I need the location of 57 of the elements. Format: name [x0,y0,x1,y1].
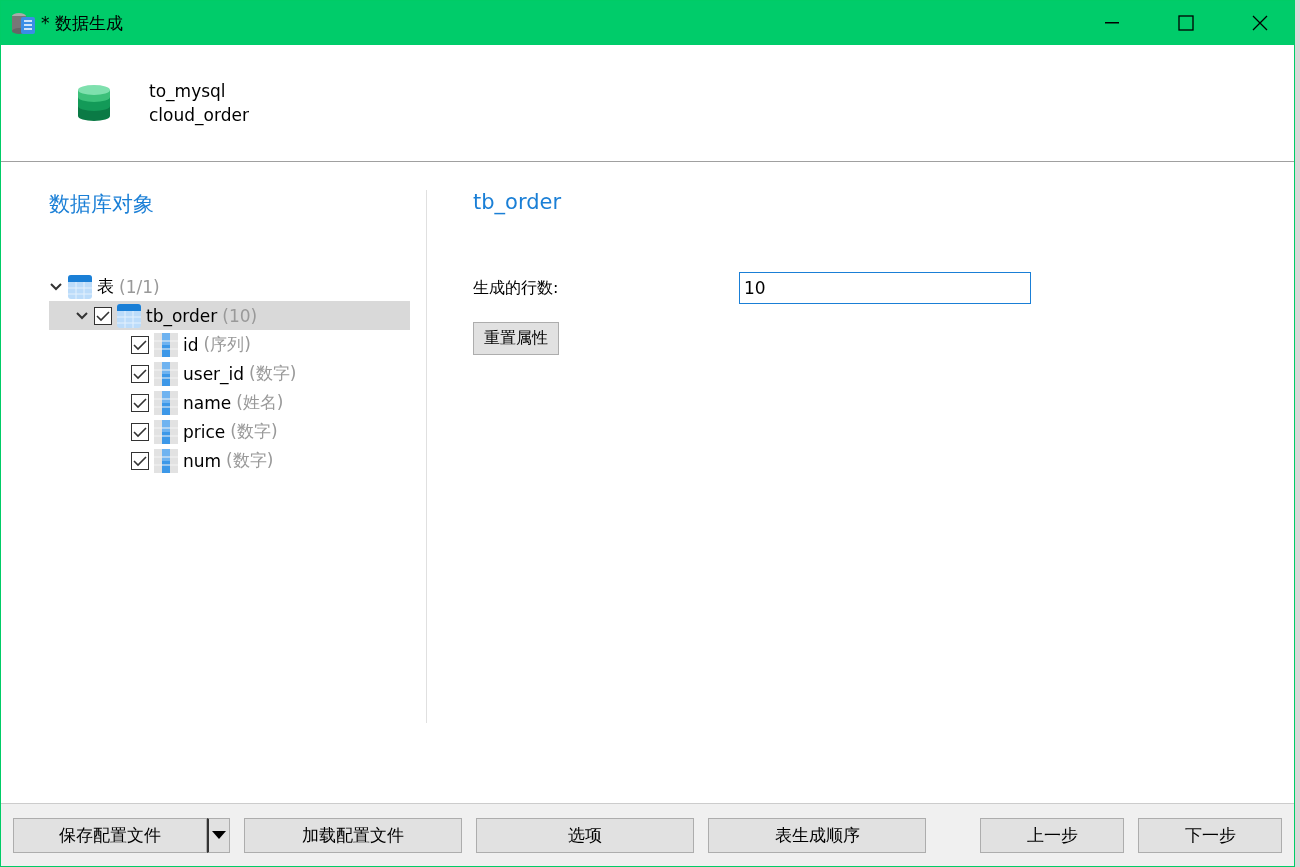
connection-text: cloud_order [149,105,249,125]
footer-button[interactable]: 下一步 [1138,817,1282,853]
column-icon [154,361,178,386]
close-icon [1252,15,1268,31]
checkbox[interactable] [131,422,149,441]
tree-label: tb_order [146,305,218,326]
checkbox[interactable] [131,335,149,354]
maximize-icon [1178,15,1194,31]
column-icon [154,448,178,473]
chevron-icon[interactable] [75,310,89,321]
tree-label: 表 [97,275,114,298]
tree-item[interactable]: user_id (数字) [49,359,410,388]
tree-label: price [183,421,226,442]
dropdown-button[interactable] [207,817,230,853]
checkbox[interactable] [131,364,149,383]
footer-button[interactable]: 选项 [476,817,694,853]
table-heading: tb_order [473,190,563,214]
tree-item[interactable]: name (姓名) [49,388,410,417]
checkbox[interactable] [131,393,149,412]
connection-text: to_mysql [149,81,227,101]
window-title: * 数据生成 [41,11,124,35]
chevron-icon[interactable] [49,281,63,292]
footer-button[interactable]: 表生成顺序 [708,817,926,853]
tree-item[interactable]: 表 (1/1) [49,272,410,301]
caret-icon [212,831,227,839]
app-icon [11,11,35,35]
tree-label: user_id [183,363,245,384]
column-type: (数字) [249,362,297,385]
column-icon [154,390,178,415]
column-type: (姓名) [236,391,284,414]
checkbox[interactable] [131,451,149,470]
database-icon [77,84,111,122]
footer-button[interactable]: 加载配置文件 [244,817,462,853]
tree-label: name [183,392,232,413]
column-type: (数字) [226,449,274,472]
tree-item[interactable]: tb_order (10) [49,301,410,330]
save-config-button[interactable]: 保存配置文件 [13,817,208,853]
column-type: (数字) [230,420,278,443]
tree-item[interactable]: num (数字) [49,446,410,475]
table-icon [117,303,141,328]
row-count-field[interactable]: 10 [739,272,1031,304]
row-count: (1/1) [119,276,160,297]
tree-item[interactable]: price (数字) [49,417,410,446]
checkbox[interactable] [94,306,112,325]
reset-button[interactable]: 重置属性 [473,322,559,355]
row-count: (10) [222,305,258,326]
panel-heading: 数据库对象 [49,191,155,218]
column-type: (序列) [203,333,251,356]
column-icon [154,332,178,357]
column-icon [154,419,178,444]
row-count-label: 生成的行数: [473,277,560,299]
minimize-icon [1105,22,1119,24]
tree-label: num [183,450,222,471]
table-icon [68,274,92,299]
tree-label: id [183,334,199,355]
tree-item[interactable]: id (序列) [49,330,410,359]
footer-button[interactable]: 上一步 [980,817,1124,853]
